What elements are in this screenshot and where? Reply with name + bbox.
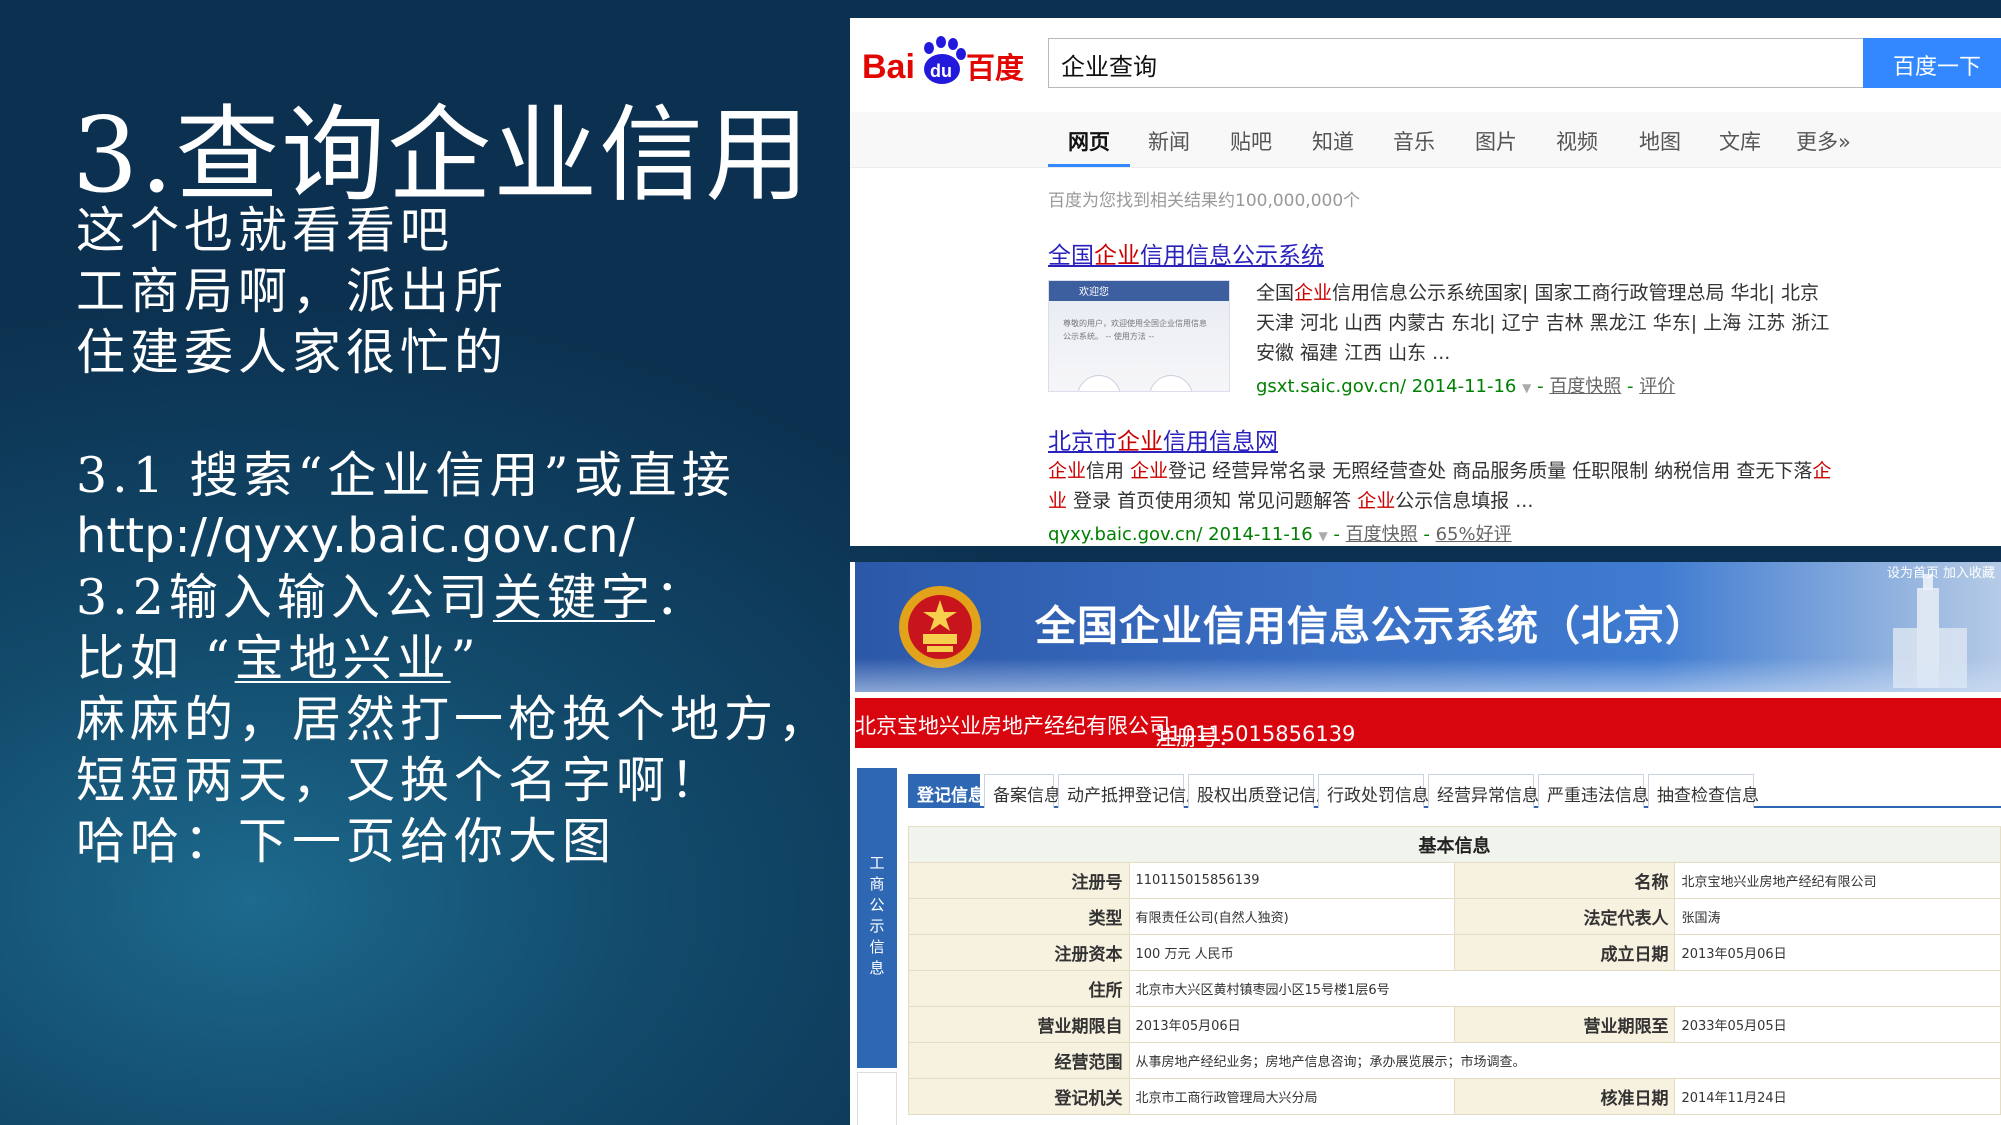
company-name: 北京宝地兴业房地产经纪有限公司 — [855, 714, 1170, 738]
step-3-2: 3.2输入输入公司关键字： — [76, 567, 876, 628]
tab-filing[interactable]: 备案信息 — [984, 774, 1061, 808]
side-nav-business[interactable]: 工 商 公 示 信 息 — [857, 768, 897, 1068]
slide-line-a: 麻麻的，居然打一枪换个地方， — [76, 691, 833, 748]
tab-music[interactable]: 音乐 — [1393, 126, 1435, 156]
result-1-review-link[interactable]: 评价 — [1639, 376, 1675, 397]
search-input[interactable]: 企业查询 — [1048, 38, 1863, 88]
table-row: 经营范围 从事房地产经纪业务；房地产信息咨询；承办展览展示；市场调查。 — [908, 1042, 2001, 1079]
tab-serious-violation[interactable]: 严重违法信息 — [1538, 774, 1649, 808]
slide-line-3: 住建委人家很忙的 — [76, 324, 509, 381]
tab-registration[interactable]: 登记信息 — [908, 774, 985, 808]
gsxt-screenshot: 全国企业信用信息公示系统（北京） 设为首页 加入收藏 北京宝地兴业房地产经纪有限… — [850, 562, 2001, 1125]
result-2-cache-link[interactable]: 百度快照 — [1346, 524, 1418, 545]
svg-text:百度: 百度 — [966, 51, 1024, 85]
step-3-2-text: 3.2输入输入公司 — [76, 569, 493, 626]
table-row: 注册号 110115015856139 名称 北京宝地兴业房地产经纪有限公司 — [908, 862, 2001, 899]
national-emblem-icon — [899, 586, 981, 668]
tab-wenku[interactable]: 文库 — [1719, 126, 1761, 156]
result-2-url: qyxy.baic.gov.cn/ 2014-11-16 ▼ - 百度快照 - … — [1048, 524, 1512, 545]
dropdown-arrow-icon[interactable]: ▼ — [1522, 381, 1531, 395]
table-header: 基本信息 — [908, 826, 2001, 863]
tab-images[interactable]: 图片 — [1475, 126, 1517, 156]
example-line: 比如 “宝地兴业” — [76, 628, 876, 689]
active-tab-indicator — [1048, 164, 1130, 167]
gsxt-title: 全国企业信用信息公示系统（北京） — [1035, 602, 1707, 650]
gsxt-banner: 全国企业信用信息公示系统（北京） 设为首页 加入收藏 — [855, 562, 2001, 692]
table-row: 住所 北京市大兴区黄村镇枣园小区15号楼1层6号 — [908, 970, 2001, 1007]
baidu-tabs: 网页 新闻 贴吧 知道 音乐 图片 视频 地图 文库 更多» — [850, 112, 2001, 168]
top-links[interactable]: 设为首页 加入收藏 — [1887, 562, 1995, 581]
reg-no-value: 110115015856139 — [1155, 722, 1356, 746]
svg-text:du: du — [930, 61, 952, 81]
dropdown-arrow-icon[interactable]: ▼ — [1318, 529, 1327, 543]
tab-inspection[interactable]: 抽查检查信息 — [1648, 774, 1759, 808]
step-3-1: 3.1 搜索“企业信用”或直接 — [76, 447, 736, 504]
table-row: 类型 有限责任公司(自然人独资) 法定代表人 张国涛 — [908, 898, 2001, 935]
slide-line-2: 工商局啊，派出所 — [76, 263, 509, 320]
baidu-search-screenshot: Bai du 百度 企业查询 百度一下 网页 新闻 贴吧 知道 音乐 图片 视频… — [850, 18, 2001, 546]
baidu-header: Bai du 百度 企业查询 百度一下 — [850, 18, 2001, 112]
result-1-snippet: 全国企业信用信息公示系统国家| 国家工商行政管理总局 华北| 北京 天津 河北 … — [1256, 282, 1830, 364]
tab-map[interactable]: 地图 — [1639, 126, 1681, 156]
tab-zhidao[interactable]: 知道 — [1312, 126, 1354, 156]
tab-admin-penalty[interactable]: 行政处罚信息 — [1318, 774, 1429, 808]
example-suffix: ” — [450, 630, 481, 687]
tab-abnormal-operation[interactable]: 经营异常信息 — [1428, 774, 1539, 808]
building-icon — [1893, 574, 1967, 688]
slide-title: 3.查询企业信用 — [72, 94, 812, 216]
baidu-logo[interactable]: Bai du 百度 — [862, 32, 1032, 92]
slide-line-c: 哈哈：下一页给你大图 — [76, 813, 617, 870]
svg-text:Bai: Bai — [862, 48, 915, 86]
colon: ： — [654, 569, 709, 626]
step-url: http://qyxy.baic.gov.cn/ — [76, 508, 635, 564]
tab-equity-pledge[interactable]: 股权出质登记信息 — [1188, 774, 1333, 808]
result-1-url: gsxt.saic.gov.cn/ 2014-11-16 ▼ - 百度快照 - … — [1256, 376, 1676, 397]
slide-body: 这个也就看看吧 工商局啊，派出所 住建委人家很忙的 3.1 搜索“企业信用”或直… — [76, 200, 876, 872]
result-2-snippet: 企业信用 企业登记 经营异常名录 无照经营查处 商品服务质量 任职限制 纳税信用… — [1048, 460, 1832, 512]
result-1-cache-link[interactable]: 百度快照 — [1549, 376, 1621, 397]
company-bar: 北京宝地兴业房地产经纪有限公司 注册号： 110115015856139 — [855, 698, 2001, 750]
search-button[interactable]: 百度一下 — [1863, 38, 2001, 88]
result-1-title[interactable]: 全国企业信用信息公示系统 — [1048, 236, 1324, 270]
example-prefix: 比如 “ — [76, 630, 235, 687]
table-row: 注册资本 100 万元 人民币 成立日期 2013年05月06日 — [908, 934, 2001, 971]
tab-video[interactable]: 视频 — [1556, 126, 1598, 156]
basic-info-table: 基本信息 注册号 110115015856139 名称 北京宝地兴业房地产经纪有限公… — [908, 826, 2001, 1115]
table-row: 登记机关 北京市工商行政管理局大兴分局 核准日期 2014年11月24日 — [908, 1078, 2001, 1115]
table-row: 营业期限自 2013年05月06日 营业期限至 2033年05月05日 — [908, 1006, 2001, 1043]
gsxt-tabs: 登记信息 备案信息 动产抵押登记信息 股权出质登记信息 行政处罚信息 经营异常信… — [908, 774, 2001, 808]
thumb-text: 尊敬的用户，欢迎使用全国企业信用信息公示系统。 -- 使用方法 -- — [1063, 319, 1207, 341]
baidu-paw-icon: Bai du 百度 — [862, 36, 1024, 86]
slide-line-b: 短短两天，又换个名字啊！ — [76, 752, 725, 809]
tab-chattel-mortgage[interactable]: 动产抵押登记信息 — [1058, 774, 1203, 808]
example-keyword: 宝地兴业 — [234, 630, 451, 687]
result-1-thumbnail[interactable]: 欢迎您 尊敬的用户，欢迎使用全国企业信用信息公示系统。 -- 使用方法 -- — [1048, 280, 1230, 392]
thumb-title: 欢迎您 — [1079, 287, 1109, 298]
tab-web[interactable]: 网页 — [1068, 126, 1110, 156]
tab-more[interactable]: 更多» — [1796, 126, 1851, 156]
result-2-title[interactable]: 北京市企业信用信息网 — [1048, 422, 1278, 456]
tab-news[interactable]: 新闻 — [1148, 126, 1190, 156]
keyword-text: 关键字 — [492, 569, 655, 626]
tab-tieba[interactable]: 贴吧 — [1230, 126, 1272, 156]
result-count: 百度为您找到相关结果约100,000,000个 — [1048, 191, 1361, 211]
side-nav-other[interactable] — [857, 1072, 897, 1125]
slide-line-1: 这个也就看看吧 — [76, 202, 455, 259]
result-2-review-link[interactable]: 65%好评 — [1436, 524, 1512, 545]
